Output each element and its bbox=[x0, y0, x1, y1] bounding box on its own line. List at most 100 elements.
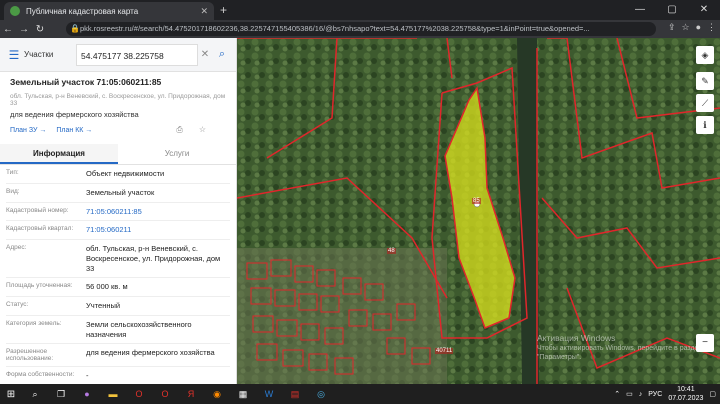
field-value: Земли сельскохозяйственного назначения bbox=[86, 319, 192, 339]
field-list: Тип: Объект недвижимости Вид: Земельный уча… bbox=[0, 165, 236, 384]
address-bar[interactable]: 🔒 pkk.rosreestr.ru/#/search/54.475201718… bbox=[66, 22, 656, 36]
notifications-icon[interactable]: ▢ bbox=[709, 390, 716, 398]
windows-taskbar: ⊞ ⌕ ❐ ● ▬ O O Я ◉ ▦ W ▤ ◎ ⌃ ▭ ♪ РУС 10:4… bbox=[0, 384, 720, 404]
field-key: Кадастровый квартал: bbox=[6, 225, 74, 233]
new-tab-icon[interactable]: + bbox=[220, 3, 227, 17]
reload-icon[interactable]: ↻ bbox=[32, 24, 48, 35]
browser-toolbar: ← → ↻ 🔒 pkk.rosreestr.ru/#/search/54.475… bbox=[0, 20, 720, 38]
field-value: 56 000 кв. м bbox=[86, 282, 128, 292]
field-value: Учтенный bbox=[86, 301, 121, 310]
opera-gx-icon[interactable]: O bbox=[154, 386, 176, 402]
plan-kk-link[interactable]: План КК → bbox=[56, 127, 92, 134]
search-bar: ☰ Участки 54.475177 38.225758 ✕ ⌕ bbox=[0, 38, 236, 72]
field-row: Кадастровый номер: 71:05:060211:85 bbox=[6, 203, 230, 222]
opera-icon[interactable]: O bbox=[128, 386, 150, 402]
field-value: Земельный участок bbox=[86, 187, 155, 197]
field-key: Адрес: bbox=[6, 244, 27, 251]
tray-arrow-icon[interactable]: ⌃ bbox=[614, 390, 620, 398]
clock[interactable]: 10:41 07.07.2023 bbox=[668, 385, 703, 403]
parcel-number-label: 85 bbox=[472, 198, 481, 204]
volume-icon[interactable]: ♪ bbox=[639, 391, 643, 398]
field-key: Категория земель: bbox=[6, 319, 62, 327]
print-icon[interactable]: ⎙ bbox=[176, 125, 182, 135]
watermark-subtitle: Чтобы активировать Windows, перейдите в … bbox=[537, 345, 703, 362]
parcel-info-panel: ☰ Участки 54.475177 38.225758 ✕ ⌕ Земель… bbox=[0, 38, 237, 384]
windows-activation-watermark: Активация Windows Чтобы активировать Win… bbox=[537, 333, 720, 362]
profile-icon[interactable]: ● bbox=[696, 22, 701, 33]
share-icon[interactable]: ⇪ bbox=[668, 22, 676, 33]
system-tray: ⌃ ▭ ♪ РУС 10:41 07.07.2023 ▢ bbox=[614, 384, 716, 404]
bookmark-star-icon[interactable]: ☆ bbox=[681, 22, 689, 33]
yandex-icon[interactable]: Я bbox=[180, 386, 202, 402]
ruler-icon[interactable]: ⟋ bbox=[696, 94, 714, 112]
field-key: Вид: bbox=[6, 187, 20, 195]
field-row: Тип: Объект недвижимости bbox=[6, 165, 230, 184]
plan-links: План ЗУ → План КК → ⎙ ☆ bbox=[10, 125, 226, 135]
field-value: - bbox=[86, 371, 89, 381]
toolbar-actions: ⇪ ☆ ● ⋮ bbox=[668, 22, 716, 33]
lock-icon[interactable]: 🔒 bbox=[70, 22, 80, 36]
plan-zu-link[interactable]: План ЗУ → bbox=[10, 127, 46, 134]
firefox-icon[interactable]: ◉ bbox=[206, 386, 228, 402]
search-type-select[interactable]: Участки bbox=[24, 50, 76, 59]
cadastral-map[interactable]: 85 48 40711 ◈ ✎ ⟋ ℹ − Активация Windows … bbox=[237, 38, 720, 384]
field-value: для ведения фермерского хозяйства bbox=[86, 348, 215, 358]
task-view-icon[interactable]: ❐ bbox=[50, 386, 72, 402]
url-text: pkk.rosreestr.ru/#/search/54.47520171860… bbox=[80, 24, 590, 33]
info-tabs: Информация Услуги bbox=[0, 144, 236, 165]
field-value[interactable]: 71:05:060211 bbox=[86, 225, 230, 235]
clock-time: 10:41 bbox=[677, 386, 695, 393]
window-controls: — ▢ ✕ bbox=[624, 0, 720, 20]
start-menu-icon[interactable]: ⊞ bbox=[0, 389, 22, 400]
calculator-icon[interactable]: ▦ bbox=[232, 386, 254, 402]
tab-services[interactable]: Услуги bbox=[118, 144, 236, 164]
favorite-star-icon[interactable]: ☆ bbox=[199, 125, 206, 135]
layers-icon[interactable]: ◈ bbox=[696, 46, 714, 64]
maximize-icon[interactable]: ▢ bbox=[656, 0, 688, 20]
network-icon[interactable]: ▭ bbox=[626, 390, 633, 398]
search-icon[interactable]: ⌕ bbox=[212, 48, 232, 61]
field-row: Статус: Учтенный bbox=[6, 297, 230, 316]
field-key: Кадастровый номер: bbox=[6, 206, 69, 214]
search-taskbar-icon[interactable]: ⌕ bbox=[24, 386, 46, 402]
card-actions: ⎙ ☆ bbox=[176, 125, 216, 135]
back-icon[interactable]: ← bbox=[0, 24, 16, 35]
pdf-icon[interactable]: ▤ bbox=[284, 386, 306, 402]
browser-tab[interactable]: Публичная кадастровая карта ✕ bbox=[4, 2, 214, 20]
language-indicator[interactable]: РУС bbox=[648, 391, 662, 398]
parcel-card: Земельный участок 71:05:060211:85 обл. Т… bbox=[0, 72, 236, 138]
measure-icon[interactable]: ✎ bbox=[696, 72, 714, 90]
close-tab-icon[interactable]: ✕ bbox=[200, 6, 208, 17]
search-input[interactable]: 54.475177 38.225758 bbox=[76, 43, 198, 66]
field-key: Форма собственности: bbox=[6, 371, 75, 379]
tab-information[interactable]: Информация bbox=[0, 144, 118, 164]
minimize-icon[interactable]: — bbox=[624, 0, 656, 20]
field-key: Площадь уточненная: bbox=[6, 282, 73, 290]
hamburger-menu-icon[interactable]: ☰ bbox=[4, 48, 24, 62]
lot-label: 48 bbox=[387, 248, 396, 254]
lot-label: 40711 bbox=[435, 348, 454, 354]
field-value: Объект недвижимости bbox=[86, 169, 165, 178]
field-row: Вид: Земельный участок bbox=[6, 184, 230, 203]
info-icon[interactable]: ℹ bbox=[696, 116, 714, 134]
field-row: Категория земель: Земли сельскохозяйствен… bbox=[6, 316, 230, 345]
parcel-use: для ведения фермерского хозяйства bbox=[10, 110, 139, 119]
field-row: Кадастровый квартал: 71:05:060211 bbox=[6, 221, 230, 240]
forward-icon[interactable]: → bbox=[16, 24, 32, 35]
close-window-icon[interactable]: ✕ bbox=[688, 0, 720, 20]
word-icon[interactable]: W bbox=[258, 386, 280, 402]
field-key: Разрешенное использование: bbox=[6, 348, 54, 363]
file-explorer-icon[interactable]: ▬ bbox=[102, 386, 124, 402]
field-key: Статус: bbox=[6, 301, 29, 308]
field-row: Площадь уточненная: 56 000 кв. м bbox=[6, 278, 230, 297]
clear-search-icon[interactable]: ✕ bbox=[198, 49, 212, 60]
alice-icon[interactable]: ● bbox=[76, 386, 98, 402]
site-favicon-icon bbox=[10, 6, 20, 16]
browser-tab-strip: Публичная кадастровая карта ✕ + — ▢ ✕ bbox=[0, 0, 720, 20]
chrome-icon[interactable]: ◎ bbox=[310, 386, 332, 402]
field-key: Тип: bbox=[6, 169, 19, 176]
field-value[interactable]: 71:05:060211:85 bbox=[86, 207, 230, 217]
menu-icon[interactable]: ⋮ bbox=[707, 22, 716, 33]
field-row: Разрешенное использование: для ведения фе… bbox=[6, 344, 230, 368]
tab-title: Публичная кадастровая карта bbox=[26, 6, 139, 16]
